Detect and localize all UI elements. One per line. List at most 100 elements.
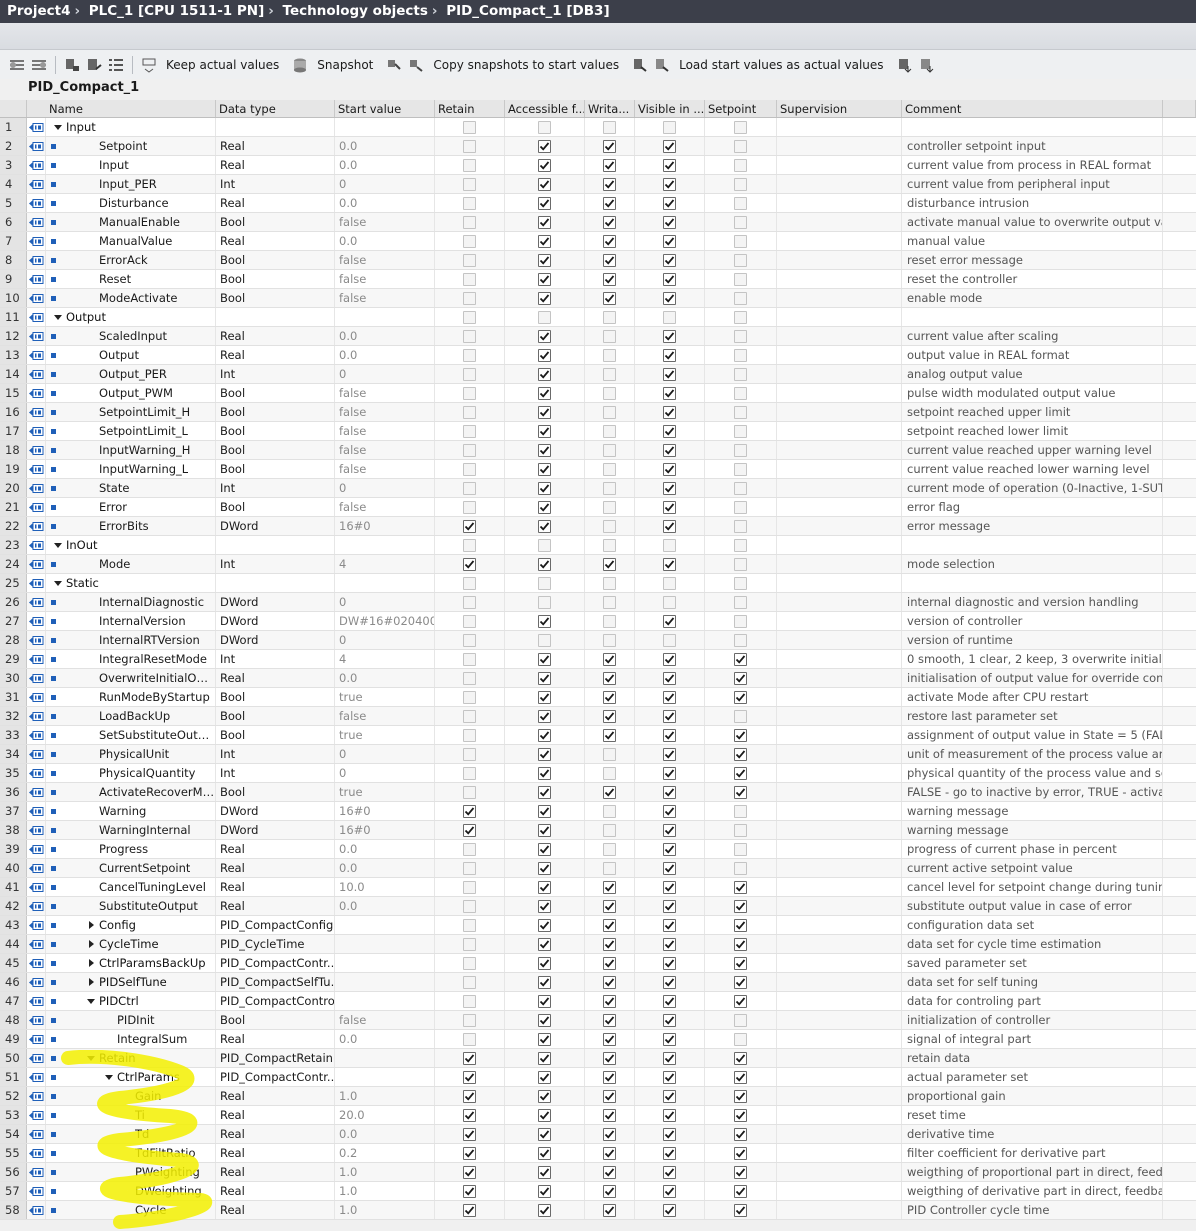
setpoint-checkbox[interactable]	[734, 177, 747, 191]
cell-comment[interactable]: proportional gain	[902, 1087, 1163, 1105]
accessible-checkbox[interactable]	[538, 538, 551, 552]
accessible-checkbox[interactable]	[538, 595, 551, 609]
cell-comment[interactable]: substitute output value in case of error	[902, 897, 1163, 915]
cell-comment[interactable]: unit of measurement of the process value…	[902, 745, 1163, 763]
cell-start-value[interactable]: 16#0	[335, 517, 435, 535]
cell-supervision[interactable]	[777, 156, 902, 174]
cell-data-type[interactable]: PID_CompactContr...	[216, 954, 335, 972]
visible-checkbox[interactable]	[663, 196, 676, 210]
writable-checkbox[interactable]	[603, 424, 616, 438]
visible-checkbox[interactable]	[663, 215, 676, 229]
table-row[interactable]: 10 ModeActivate Bool false enable mode	[0, 289, 1196, 308]
table-row[interactable]: 40 CurrentSetpoint Real 0.0 current active s…	[0, 859, 1196, 878]
cell-name[interactable]: Setpoint	[46, 137, 216, 155]
setpoint-checkbox[interactable]	[734, 880, 747, 894]
retain-checkbox[interactable]	[463, 1203, 476, 1217]
cell-name[interactable]: Mode	[46, 555, 216, 573]
cell-comment[interactable]: setpoint reached upper limit	[902, 403, 1163, 421]
cell-supervision[interactable]	[777, 479, 902, 497]
cell-start-value[interactable]	[335, 574, 435, 592]
writable-checkbox[interactable]	[603, 861, 616, 875]
visible-checkbox[interactable]	[663, 386, 676, 400]
cell-comment[interactable]: current value after scaling	[902, 327, 1163, 345]
collapse-arrow-icon[interactable]	[87, 1055, 95, 1061]
visible-checkbox[interactable]	[663, 785, 676, 799]
table-row[interactable]: 46 PIDSelfTune PID_CompactSelfTu... data se…	[0, 973, 1196, 992]
retain-checkbox[interactable]	[463, 709, 476, 723]
table-row[interactable]: 12 ScaledInput Real 0.0 current value after …	[0, 327, 1196, 346]
visible-checkbox[interactable]	[663, 1203, 676, 1217]
retain-checkbox[interactable]	[463, 443, 476, 457]
cell-supervision[interactable]	[777, 1201, 902, 1219]
copy-snapshot-icon[interactable]	[385, 56, 403, 74]
col-name[interactable]: Name	[46, 100, 216, 117]
retain-checkbox[interactable]	[463, 804, 476, 818]
accessible-checkbox[interactable]	[538, 462, 551, 476]
cell-name[interactable]: PhysicalQuantity	[46, 764, 216, 782]
table-row[interactable]: 36 ActivateRecoverMode Bool true FALSE - go …	[0, 783, 1196, 802]
setpoint-checkbox[interactable]	[734, 272, 747, 286]
table-row[interactable]: 58 Cycle Real 1.0 PID Controller cycle time	[0, 1201, 1196, 1220]
cell-start-value[interactable]: 0.0	[335, 1030, 435, 1048]
retain-checkbox[interactable]	[463, 747, 476, 761]
breadcrumb-technology-objects[interactable]: Technology objects	[283, 3, 428, 19]
table-row[interactable]: 31 RunModeByStartup Bool true activate Mode …	[0, 688, 1196, 707]
cell-name[interactable]: Output	[46, 308, 216, 326]
load-start-values-icon[interactable]	[631, 56, 649, 74]
cell-start-value[interactable]: 0	[335, 631, 435, 649]
cell-data-type[interactable]: Int	[216, 555, 335, 573]
setpoint-checkbox[interactable]	[734, 310, 747, 324]
writable-checkbox[interactable]	[603, 709, 616, 723]
cell-supervision[interactable]	[777, 517, 902, 535]
writable-checkbox[interactable]	[603, 633, 616, 647]
cell-start-value[interactable]: 0	[335, 593, 435, 611]
table-row[interactable]: 54 Td Real 0.0 derivative time	[0, 1125, 1196, 1144]
cell-start-value[interactable]	[335, 973, 435, 991]
visible-checkbox[interactable]	[663, 1089, 676, 1103]
writable-checkbox[interactable]	[603, 215, 616, 229]
cell-supervision[interactable]	[777, 954, 902, 972]
visible-checkbox[interactable]	[663, 158, 676, 172]
cell-name[interactable]: InputWarning_H	[46, 441, 216, 459]
cell-comment[interactable]: derivative time	[902, 1125, 1163, 1143]
col-start-value[interactable]: Start value	[335, 100, 435, 117]
setpoint-checkbox[interactable]	[734, 348, 747, 362]
visible-checkbox[interactable]	[663, 633, 676, 647]
cell-supervision[interactable]	[777, 1087, 902, 1105]
retain-checkbox[interactable]	[463, 215, 476, 229]
table-row[interactable]: 48 PIDInit Bool false initialization of cont…	[0, 1011, 1196, 1030]
writable-checkbox[interactable]	[603, 538, 616, 552]
cell-data-type[interactable]: Int	[216, 764, 335, 782]
retain-checkbox[interactable]	[463, 500, 476, 514]
cell-supervision[interactable]	[777, 840, 902, 858]
cell-comment[interactable]: signal of integral part	[902, 1030, 1163, 1048]
col-comment[interactable]: Comment	[902, 100, 1163, 117]
accessible-checkbox[interactable]	[538, 975, 551, 989]
accessible-checkbox[interactable]	[538, 823, 551, 837]
accessible-checkbox[interactable]	[538, 253, 551, 267]
table-row[interactable]: 57 DWeighting Real 1.0 weigthing of derivati…	[0, 1182, 1196, 1201]
cell-comment[interactable]: reset error message	[902, 251, 1163, 269]
cell-supervision[interactable]	[777, 992, 902, 1010]
writable-checkbox[interactable]	[603, 196, 616, 210]
visible-checkbox[interactable]	[663, 652, 676, 666]
cell-name[interactable]: RunModeByStartup	[46, 688, 216, 706]
retain-checkbox[interactable]	[463, 956, 476, 970]
setpoint-checkbox[interactable]	[734, 1013, 747, 1027]
setpoint-checkbox[interactable]	[734, 747, 747, 761]
cell-data-type[interactable]: PID_CompactRetain	[216, 1049, 335, 1067]
table-row[interactable]: 45 CtrlParamsBackUp PID_CompactContr... sav…	[0, 954, 1196, 973]
cell-supervision[interactable]	[777, 308, 902, 326]
accessible-checkbox[interactable]	[538, 804, 551, 818]
visible-checkbox[interactable]	[663, 557, 676, 571]
cell-start-value[interactable]: 0	[335, 764, 435, 782]
table-row[interactable]: 49 IntegralSum Real 0.0 signal of integral p…	[0, 1030, 1196, 1049]
accessible-checkbox[interactable]	[538, 1165, 551, 1179]
cell-supervision[interactable]	[777, 726, 902, 744]
cell-supervision[interactable]	[777, 783, 902, 801]
cell-start-value[interactable]	[335, 308, 435, 326]
setpoint-checkbox[interactable]	[734, 918, 747, 932]
cell-supervision[interactable]	[777, 175, 902, 193]
writable-checkbox[interactable]	[603, 1070, 616, 1084]
cell-name[interactable]: Output_PWM	[46, 384, 216, 402]
